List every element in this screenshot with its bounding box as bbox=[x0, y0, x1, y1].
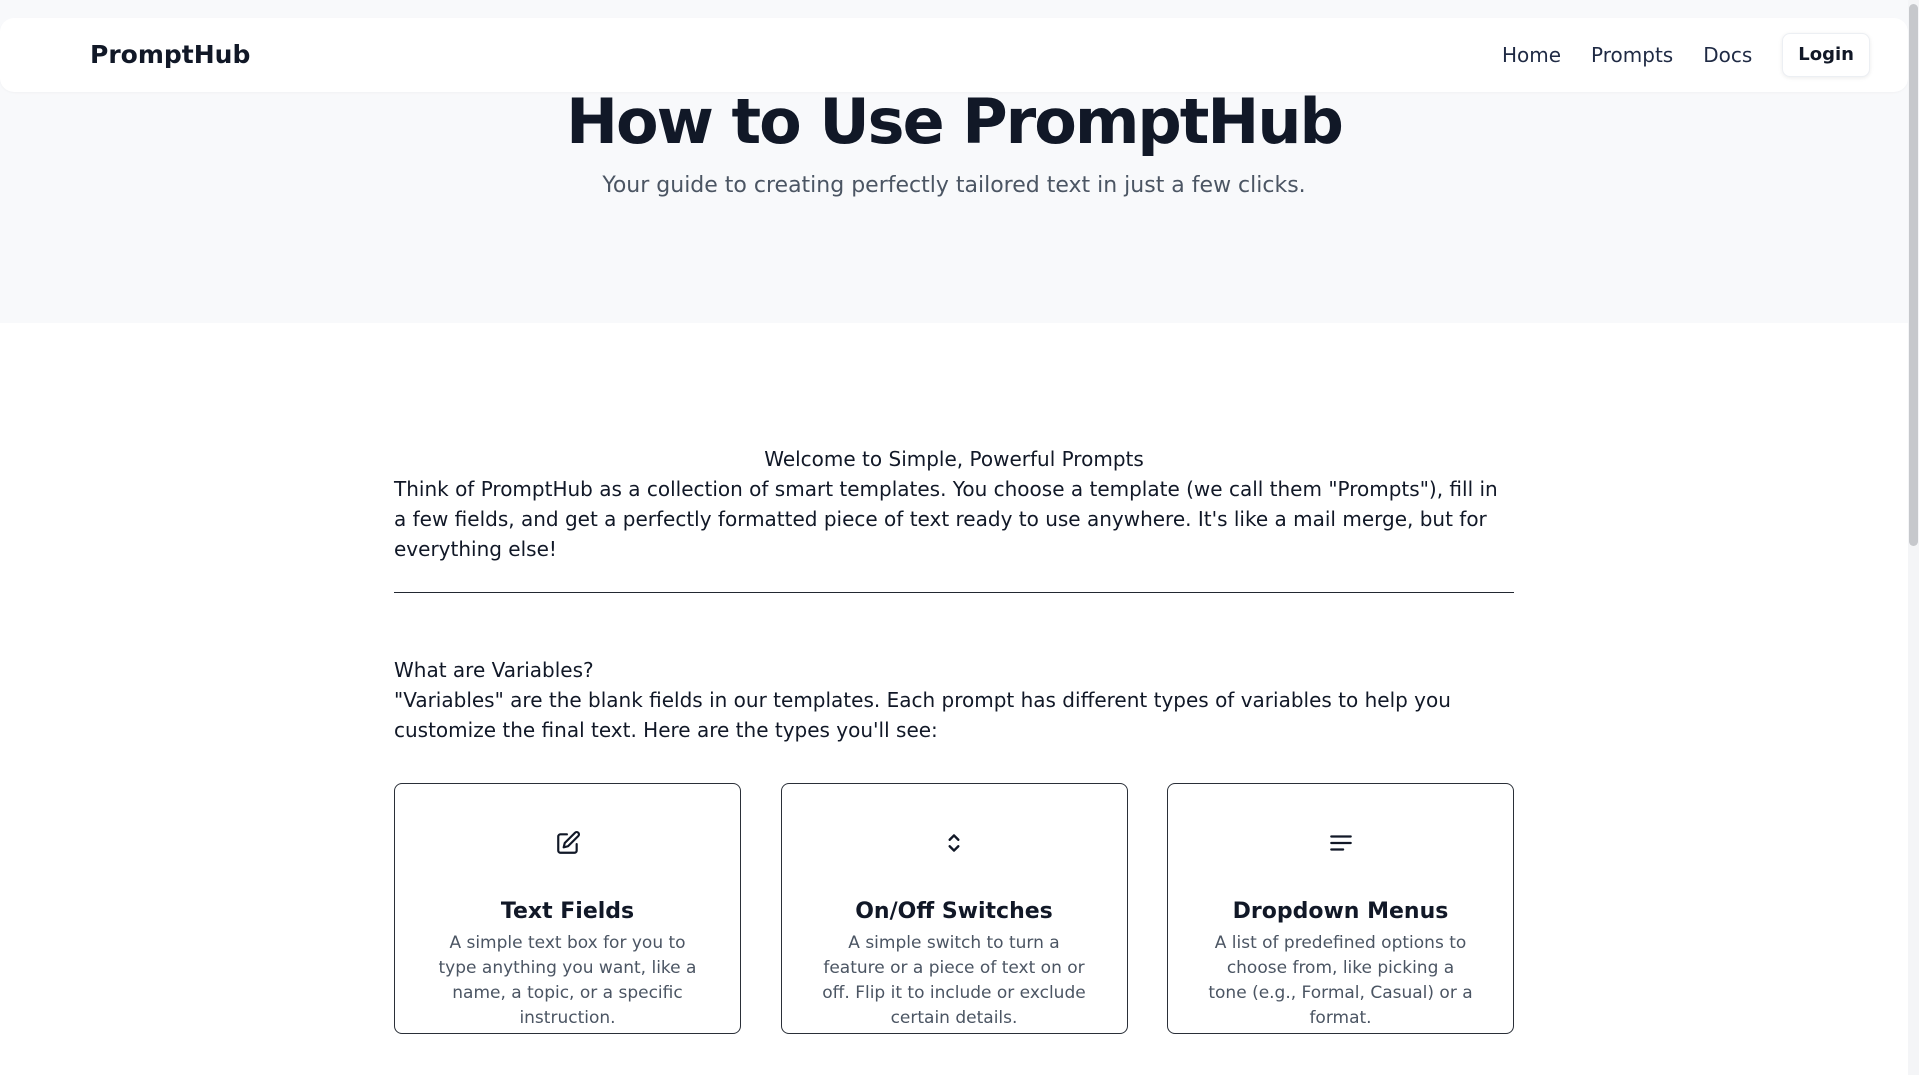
variables-paragraph: "Variables" are the blank fields in our … bbox=[394, 688, 1451, 742]
variables-section: What are Variables? "Variables" are the … bbox=[394, 655, 1514, 745]
top-navbar: PromptHub Home Prompts Docs Login bbox=[0, 18, 1908, 92]
variable-type-cards: Text Fields A simple text box for you to… bbox=[394, 783, 1514, 1034]
card-dropdown-menus: Dropdown Menus A list of predefined opti… bbox=[1167, 783, 1514, 1034]
nav-link-prompts[interactable]: Prompts bbox=[1591, 35, 1673, 75]
chevron-up-down-icon bbox=[782, 830, 1127, 856]
card-description: A simple text box for you to type anythi… bbox=[438, 933, 697, 1028]
card-text-fields: Text Fields A simple text box for you to… bbox=[394, 783, 741, 1034]
nav-links: Home Prompts Docs Login bbox=[1502, 33, 1870, 77]
card-on-off-switches: On/Off Switches A simple switch to turn … bbox=[780, 783, 1128, 1034]
variables-heading: What are Variables? bbox=[394, 658, 594, 682]
scrollbar[interactable] bbox=[1908, 0, 1919, 1075]
login-button[interactable]: Login bbox=[1782, 33, 1870, 77]
card-description: A list of predefined options to choose f… bbox=[1208, 933, 1473, 1028]
nav-link-docs[interactable]: Docs bbox=[1703, 35, 1752, 75]
card-title: Text Fields bbox=[500, 899, 635, 924]
lines-icon bbox=[1168, 830, 1513, 856]
card-description: A simple switch to turn a feature or a p… bbox=[822, 933, 1086, 1028]
intro-section: Welcome to Simple, Powerful Prompts Thin… bbox=[394, 444, 1514, 564]
scrollbar-thumb[interactable] bbox=[1909, 4, 1918, 546]
intro-heading: Welcome to Simple, Powerful Prompts bbox=[764, 447, 1144, 471]
card-title: On/Off Switches bbox=[855, 899, 1053, 924]
section-divider bbox=[394, 592, 1514, 593]
edit-icon bbox=[395, 830, 740, 856]
card-title: Dropdown Menus bbox=[1232, 899, 1449, 924]
brand-logo[interactable]: PromptHub bbox=[90, 38, 250, 72]
page-title: How to Use PromptHub bbox=[566, 85, 1344, 158]
nav-link-home[interactable]: Home bbox=[1502, 35, 1561, 75]
intro-paragraph: Think of PromptHub as a collection of sm… bbox=[394, 477, 1498, 561]
page-subtitle: Your guide to creating perfectly tailore… bbox=[602, 173, 1306, 198]
